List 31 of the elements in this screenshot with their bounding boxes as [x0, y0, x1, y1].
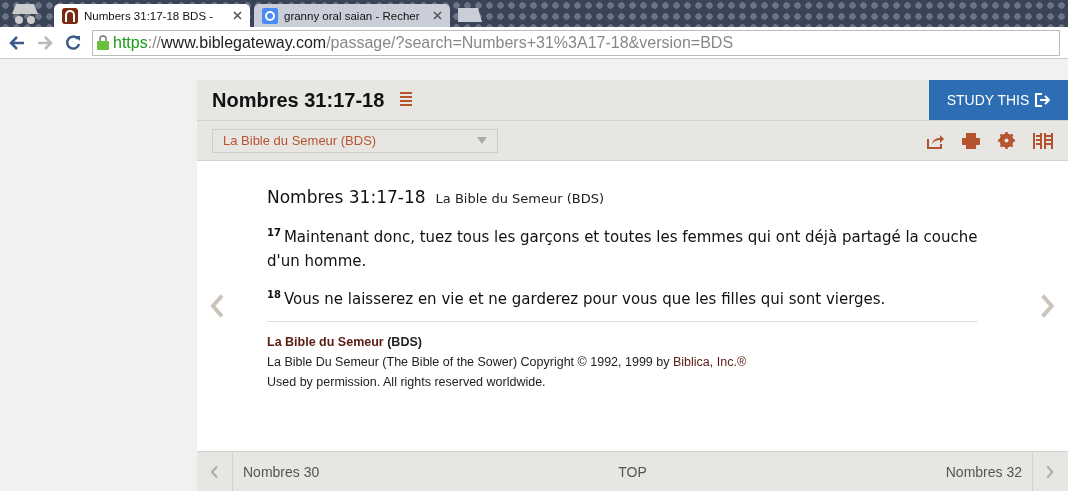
page-title: Nombres 31:17-18	[212, 88, 385, 112]
version-code: (BDS)	[387, 335, 422, 349]
settings-icon[interactable]	[998, 132, 1015, 149]
previous-chapter-link[interactable]: Nombres 30	[233, 464, 330, 480]
reload-icon[interactable]	[64, 33, 82, 52]
browser-tab[interactable]: Numbers 31:17-18 BDS -	[54, 4, 250, 27]
exit-icon	[1035, 93, 1051, 107]
version-title: La Bible du Semeur	[267, 335, 384, 349]
menu-icon[interactable]	[400, 92, 413, 108]
permission-text: Used by permission. All rights reserved worldwide.	[267, 374, 547, 391]
next-chapter-link[interactable]: Nombres 32	[935, 464, 1032, 480]
dropdown-arrow-icon	[477, 137, 487, 144]
passage-reference: Nombres 31:17-18	[267, 187, 426, 207]
publisher-link[interactable]: Biblica, Inc.®	[672, 355, 747, 369]
share-icon[interactable]	[926, 132, 944, 149]
close-icon[interactable]	[233, 11, 242, 20]
version-name: La Bible du Semeur (BDS)	[435, 191, 604, 206]
version-select[interactable]: La Bible du Semeur (BDS)	[212, 128, 498, 153]
verse-text: $^{17}$ Maintenant donc, tuez tous les garçons et toutes les femmes qui ont déjà partagé la couche d'un homme.	[267, 226, 978, 272]
browser-tab[interactable]: granny oral saian - Recher	[254, 4, 450, 27]
study-this-button[interactable]: STUDY THIS	[929, 80, 1068, 120]
verse-text: $^{18}$ Vous ne laisserez en vie et ne garderez pour vous que les filles qui sont vierges.	[267, 288, 887, 310]
close-icon[interactable]	[433, 11, 442, 20]
top-link[interactable]: TOP	[608, 464, 657, 480]
back-icon[interactable]	[8, 34, 26, 51]
lock-icon	[97, 35, 109, 50]
columns-icon[interactable]	[1033, 131, 1053, 150]
book-icon	[62, 7, 78, 24]
url-text: https://www.biblegateway.com/passage/?search=Numbers+31%3A17-18&version=BDS	[113, 33, 734, 52]
copyright-text: La Bible Du Semeur (The Bible of the Sower) Copyright © 1992, 1999 by Biblica, Inc.®	[267, 354, 748, 371]
address-bar[interactable]: https://www.biblegateway.com/passage/?search=Numbers+31%3A17-18&version=BDS	[92, 29, 1060, 56]
